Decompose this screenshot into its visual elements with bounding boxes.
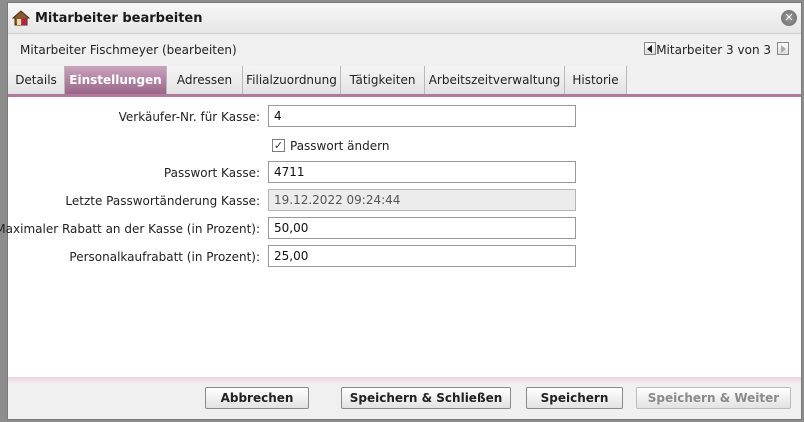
max-discount-label: Maximaler Rabatt an der Kasse (in Prozen…	[0, 222, 260, 236]
next-record-button[interactable]	[777, 42, 789, 55]
cashier-password-label: Passwort Kasse:	[163, 166, 260, 180]
cashier-number-input[interactable]	[268, 105, 576, 127]
dialog-titlebar[interactable]: Mitarbeiter bearbeiten ✕	[8, 3, 801, 34]
tab-history[interactable]: Historie	[565, 66, 627, 94]
button-bar: Abbrechen Speichern & Schließen Speicher…	[8, 383, 801, 419]
settings-form: Verkäufer-Nr. für Kasse: ✓ Passwort ände…	[0, 97, 801, 378]
staff-discount-input[interactable]	[268, 245, 576, 267]
tab-branch-assignment[interactable]: Filialzuordnung	[243, 66, 341, 94]
tab-working-time[interactable]: Arbeitszeitverwaltung	[425, 66, 565, 94]
cancel-button[interactable]: Abbrechen	[205, 387, 309, 409]
change-password-checkbox[interactable]: ✓	[272, 139, 285, 152]
last-password-change-field	[268, 189, 576, 211]
tab-details[interactable]: Details	[8, 66, 65, 94]
close-icon[interactable]: ✕	[781, 10, 797, 26]
max-discount-input[interactable]	[268, 217, 576, 239]
previous-record-button[interactable]	[644, 42, 656, 55]
cashier-number-label: Verkäufer-Nr. für Kasse:	[118, 110, 260, 124]
save-and-next-button[interactable]: Speichern & Weiter	[636, 387, 791, 409]
cashier-password-input[interactable]	[268, 161, 576, 183]
record-position: Mitarbeiter 3 von 3	[656, 43, 771, 57]
dialog-title: Mitarbeiter bearbeiten	[35, 11, 203, 26]
tab-bar: Details Einstellungen Adressen Filialzuo…	[8, 66, 801, 97]
record-title: Mitarbeiter Fischmeyer (bearbeiten)	[20, 43, 237, 57]
tab-activities[interactable]: Tätigkeiten	[341, 66, 425, 94]
tab-addresses[interactable]: Adressen	[167, 66, 243, 94]
edit-employee-dialog: Mitarbeiter bearbeiten ✕ Mitarbeiter Fis…	[0, 2, 802, 420]
save-and-close-button[interactable]: Speichern & Schließen	[341, 387, 511, 409]
staff-discount-label: Personalkaufrabatt (in Prozent):	[69, 250, 260, 264]
last-password-change-label: Letzte Passwortänderung Kasse:	[65, 194, 260, 208]
change-password-label: Passwort ändern	[290, 139, 390, 153]
record-header: Mitarbeiter Fischmeyer (bearbeiten) Mita…	[8, 34, 801, 66]
save-button[interactable]: Speichern	[526, 387, 623, 409]
house-user-icon	[11, 10, 31, 26]
tab-settings[interactable]: Einstellungen	[65, 66, 167, 94]
